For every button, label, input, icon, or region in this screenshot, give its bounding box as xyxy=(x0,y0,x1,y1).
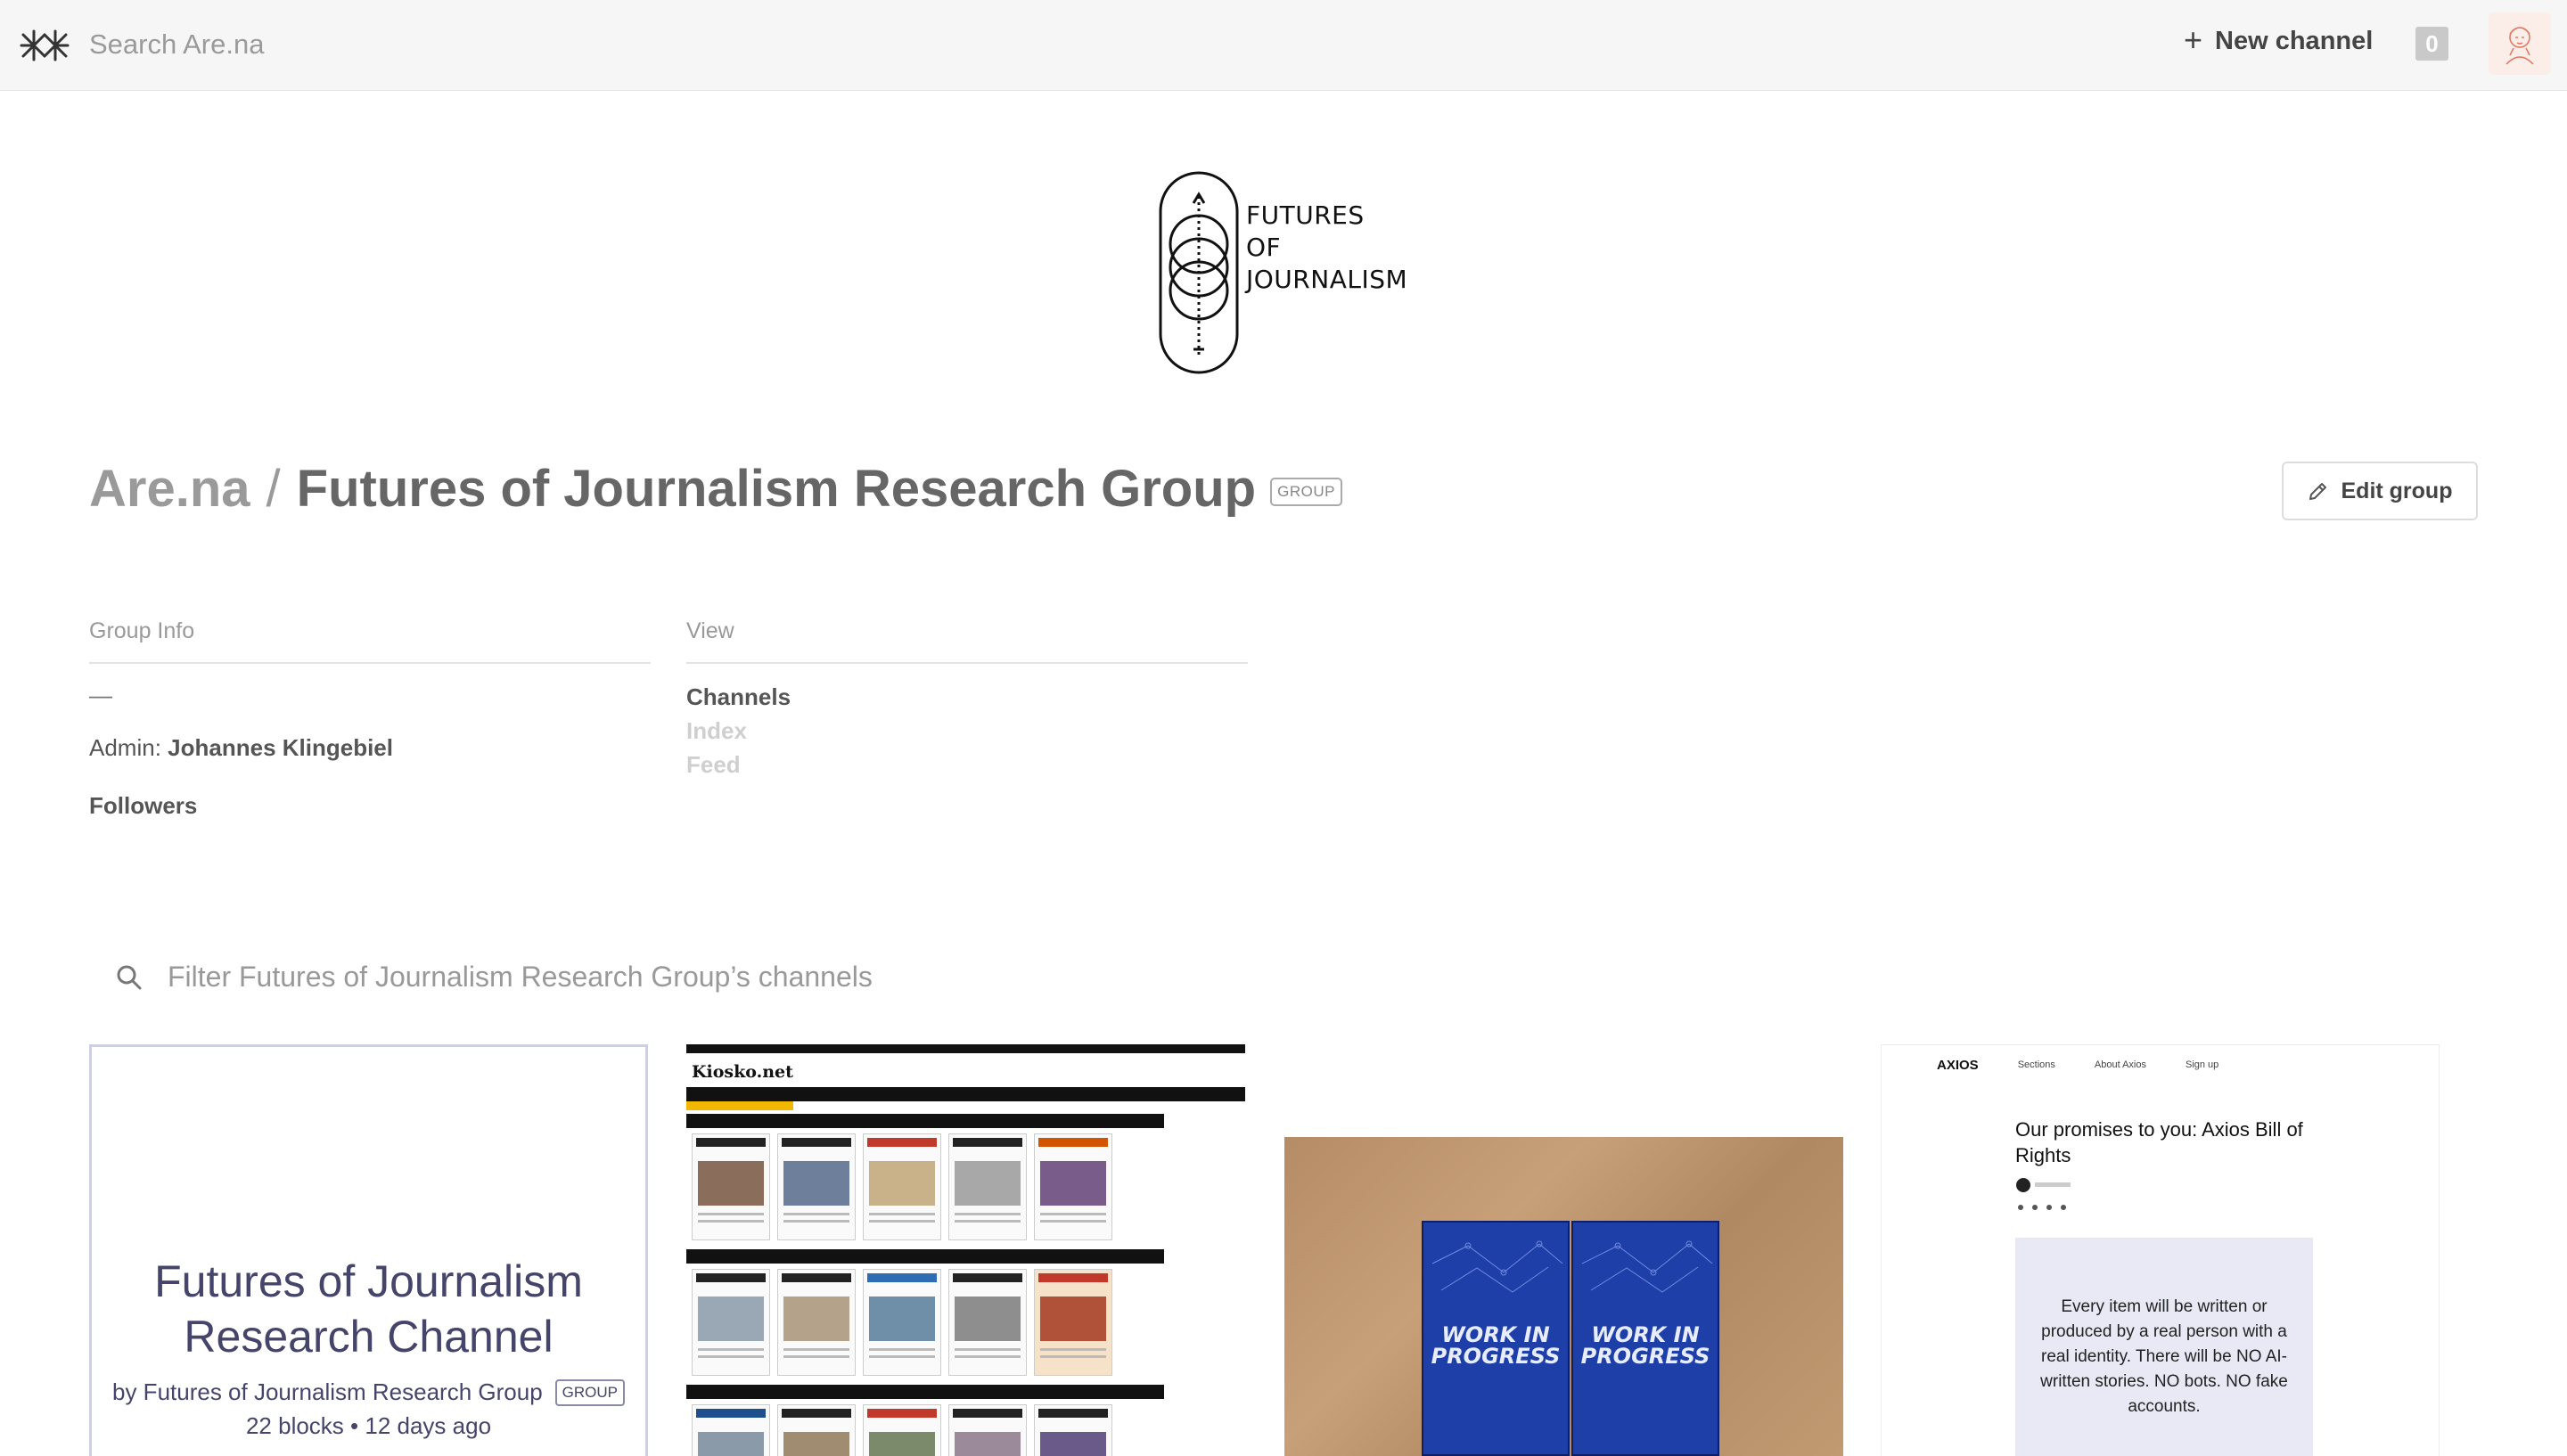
book-photo-block[interactable]: WORK IN PROGRESS WORK IN PROGRESS xyxy=(1284,1044,1843,1456)
book-text-line2: PROGRESS xyxy=(1431,1344,1561,1369)
kiosko-section-bar xyxy=(686,1249,1164,1264)
new-channel-label: New channel xyxy=(2215,27,2374,55)
group-description: — xyxy=(89,682,112,708)
edit-group-button[interactable]: Edit group xyxy=(2282,462,2478,520)
newspaper-thumb xyxy=(777,1133,856,1240)
newspaper-thumb xyxy=(777,1269,856,1376)
newspaper-thumb xyxy=(1034,1133,1112,1240)
book-text-line2: PROGRESS xyxy=(1580,1344,1710,1369)
logo-line-futures: FUTURES xyxy=(1246,200,1365,230)
journalism-pill-logo-icon xyxy=(1159,171,1239,374)
axios-nav-item: Sign up xyxy=(2185,1059,2219,1070)
axios-byline-icons xyxy=(2016,1178,2071,1210)
book-text-line1: WORK IN xyxy=(1441,1322,1550,1347)
kiosko-section-bar xyxy=(686,1114,1164,1128)
group-logo: FUTURES OF JOURNALISM xyxy=(1155,169,1423,376)
group-logo-text: FUTURES OF JOURNALISM xyxy=(1246,200,1407,296)
newspaper-thumb xyxy=(1034,1404,1112,1456)
breadcrumb-separator: / xyxy=(266,460,281,518)
kiosko-date-strip xyxy=(686,1101,793,1110)
admin-label: Admin: xyxy=(89,734,161,761)
kiosko-section-bar xyxy=(686,1385,1164,1399)
kiosko-paper-row xyxy=(686,1399,1164,1456)
top-bar: + New channel 0 xyxy=(0,0,2567,91)
group-admin: Admin: Johannes Klingebiel xyxy=(89,734,651,762)
axios-headline: Our promises to you: Axios Bill of Right… xyxy=(2015,1118,2303,1166)
user-avatar[interactable] xyxy=(2489,12,2551,75)
admin-name-link[interactable]: Johannes Klingebiel xyxy=(168,734,393,761)
view-heading: View xyxy=(686,618,1248,664)
new-channel-button[interactable]: + New channel xyxy=(2184,21,2374,58)
newspaper-thumb xyxy=(777,1404,856,1456)
channel-filter xyxy=(116,961,1237,994)
channel-card-title: Futures of Journalism Research Channel xyxy=(92,1254,645,1364)
kiosko-image-block[interactable]: Kiosko.net xyxy=(686,1044,1245,1456)
book-pattern-icon xyxy=(1581,1240,1713,1293)
axios-quote-box: Every item will be written or produced b… xyxy=(2015,1238,2313,1456)
newspaper-thumb xyxy=(863,1269,941,1376)
kiosko-paper-row xyxy=(686,1128,1164,1246)
view-option-feed[interactable]: Feed xyxy=(686,748,1248,781)
channel-group-badge: GROUP xyxy=(554,1378,625,1406)
channel-card-owner: by Futures of Journalism Research Group … xyxy=(92,1378,645,1406)
group-info-heading: Group Info xyxy=(89,618,651,664)
followers-link[interactable]: Followers xyxy=(89,792,651,820)
newspaper-thumb xyxy=(692,1404,770,1456)
newspaper-thumb xyxy=(1034,1269,1112,1376)
plus-icon: + xyxy=(2184,21,2203,58)
axios-image-block[interactable]: AXIOS Sections About Axios Sign up Our p… xyxy=(1881,1044,2440,1456)
kiosko-header: Kiosko.net xyxy=(686,1053,1245,1089)
notification-count-badge[interactable]: 0 xyxy=(2415,27,2448,61)
breadcrumb-root-link[interactable]: Are.na xyxy=(89,459,250,519)
channel-filter-input[interactable] xyxy=(168,961,1237,994)
group-title-row: Are.na / Futures of Journalism Research … xyxy=(89,459,1342,519)
search-icon xyxy=(117,965,142,989)
kiosko-site-name: Kiosko.net xyxy=(692,1062,793,1082)
book-text-line1: WORK IN xyxy=(1591,1322,1700,1347)
axios-nav-item: About Axios xyxy=(2094,1059,2146,1070)
view-column: View Channels Index Feed xyxy=(686,618,1248,781)
book-title-right: WORK IN PROGRESS xyxy=(1573,1324,1718,1367)
axios-nav: AXIOS Sections About Axios Sign up xyxy=(1882,1045,2439,1084)
search-input[interactable] xyxy=(89,25,891,64)
newspaper-thumb xyxy=(692,1133,770,1240)
channel-card-meta: 22 blocks • 12 days ago xyxy=(245,1412,492,1439)
axios-logo: AXIOS xyxy=(1937,1057,1979,1073)
kiosko-topbar xyxy=(686,1044,1245,1053)
newspaper-thumb xyxy=(863,1133,941,1240)
newspaper-thumb xyxy=(948,1404,1027,1456)
axios-nav-item: Sections xyxy=(2017,1059,2055,1070)
kiosko-nav-bar xyxy=(686,1089,1245,1101)
channel-title-line2: Research Channel xyxy=(184,1312,554,1362)
logo-line-of: OF xyxy=(1246,233,1282,262)
view-option-channels[interactable]: Channels xyxy=(686,680,1248,714)
kiosko-paper-row xyxy=(686,1264,1164,1381)
avatar-face-icon xyxy=(2505,27,2534,65)
axios-quote-text: Every item will be written or produced b… xyxy=(2040,1297,2288,1416)
book-pattern-icon xyxy=(1431,1240,1563,1293)
channel-owner-text: by Futures of Journalism Research Group xyxy=(112,1378,543,1405)
book-photo: WORK IN PROGRESS WORK IN PROGRESS xyxy=(1284,1137,1843,1456)
channel-title-line1: Futures of Journalism xyxy=(154,1256,583,1306)
logo-line-journalism: JOURNALISM xyxy=(1246,265,1408,294)
channel-card[interactable]: Futures of Journalism Research Channel b… xyxy=(89,1044,648,1456)
view-option-index[interactable]: Index xyxy=(686,714,1248,748)
edit-group-label: Edit group xyxy=(2341,478,2453,503)
arena-logo-icon[interactable] xyxy=(20,28,70,63)
book-cover-left: WORK IN PROGRESS xyxy=(1422,1221,1570,1456)
book-cover-right: WORK IN PROGRESS xyxy=(1571,1221,1719,1456)
newspaper-thumb xyxy=(948,1133,1027,1240)
page-title[interactable]: Futures of Journalism Research Group xyxy=(297,459,1256,519)
newspaper-thumb xyxy=(692,1269,770,1376)
newspaper-thumb xyxy=(863,1404,941,1456)
group-badge: GROUP xyxy=(1270,477,1342,506)
group-info-column: Group Info — Admin: Johannes Klingebiel … xyxy=(89,618,651,820)
newspaper-thumb xyxy=(948,1269,1027,1376)
pencil-icon xyxy=(2309,483,2326,500)
book-title-left: WORK IN PROGRESS xyxy=(1423,1324,1568,1367)
